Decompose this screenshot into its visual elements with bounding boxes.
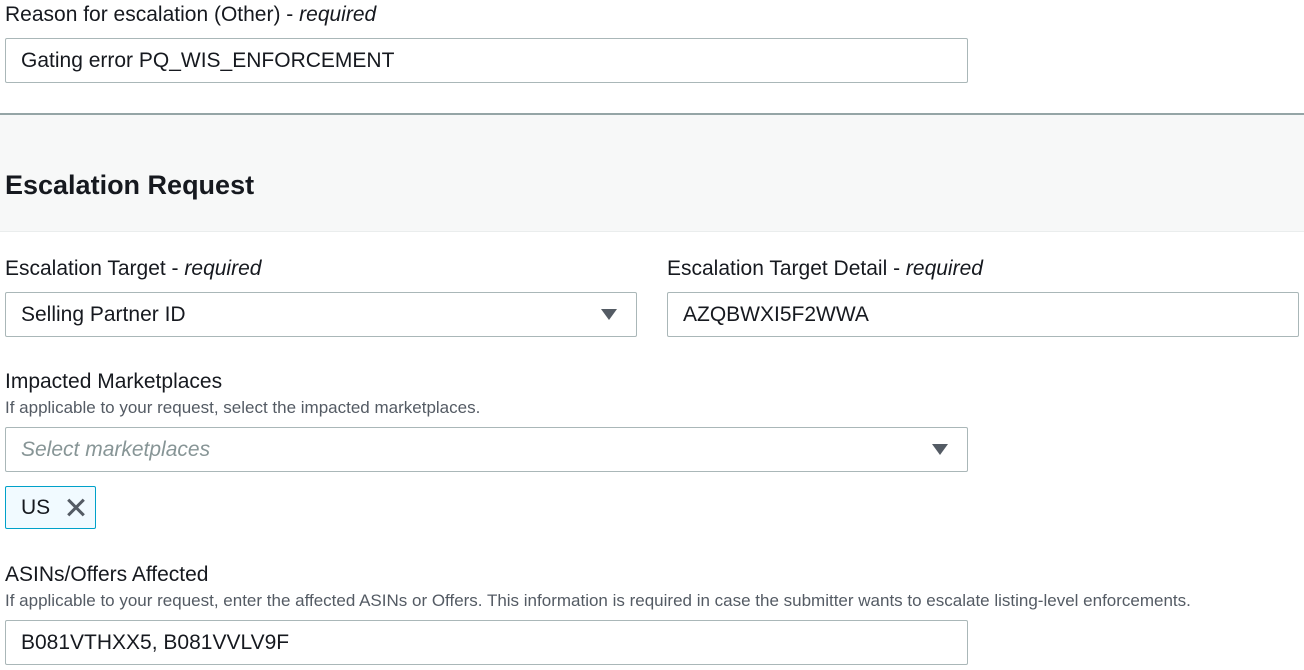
caret-down-icon: [932, 444, 948, 455]
escalation-target-value: Selling Partner ID: [21, 302, 186, 326]
marketplace-token-us: US: [5, 486, 96, 529]
token-label: US: [21, 495, 51, 519]
reason-label: Reason for escalation (Other) - required: [5, 3, 377, 26]
marketplaces-select[interactable]: Select marketplaces: [5, 427, 968, 472]
reason-input[interactable]: [5, 38, 968, 83]
asins-input[interactable]: [5, 620, 968, 665]
asins-hint: If applicable to your request, enter the…: [5, 591, 1191, 610]
asins-label: ASINs/Offers Affected: [5, 563, 209, 586]
close-icon[interactable]: [64, 496, 88, 520]
marketplaces-placeholder: Select marketplaces: [21, 437, 211, 461]
escalation-target-detail-label: Escalation Target Detail - required: [667, 257, 983, 280]
caret-down-icon: [601, 309, 617, 320]
escalation-target-detail-input[interactable]: [667, 292, 1299, 337]
escalation-target-select[interactable]: Selling Partner ID: [5, 292, 637, 337]
marketplaces-hint: If applicable to your request, select th…: [5, 398, 481, 417]
section-title: Escalation Request: [5, 170, 255, 200]
escalation-target-label: Escalation Target - required: [5, 257, 262, 280]
marketplaces-label: Impacted Marketplaces: [5, 370, 223, 393]
